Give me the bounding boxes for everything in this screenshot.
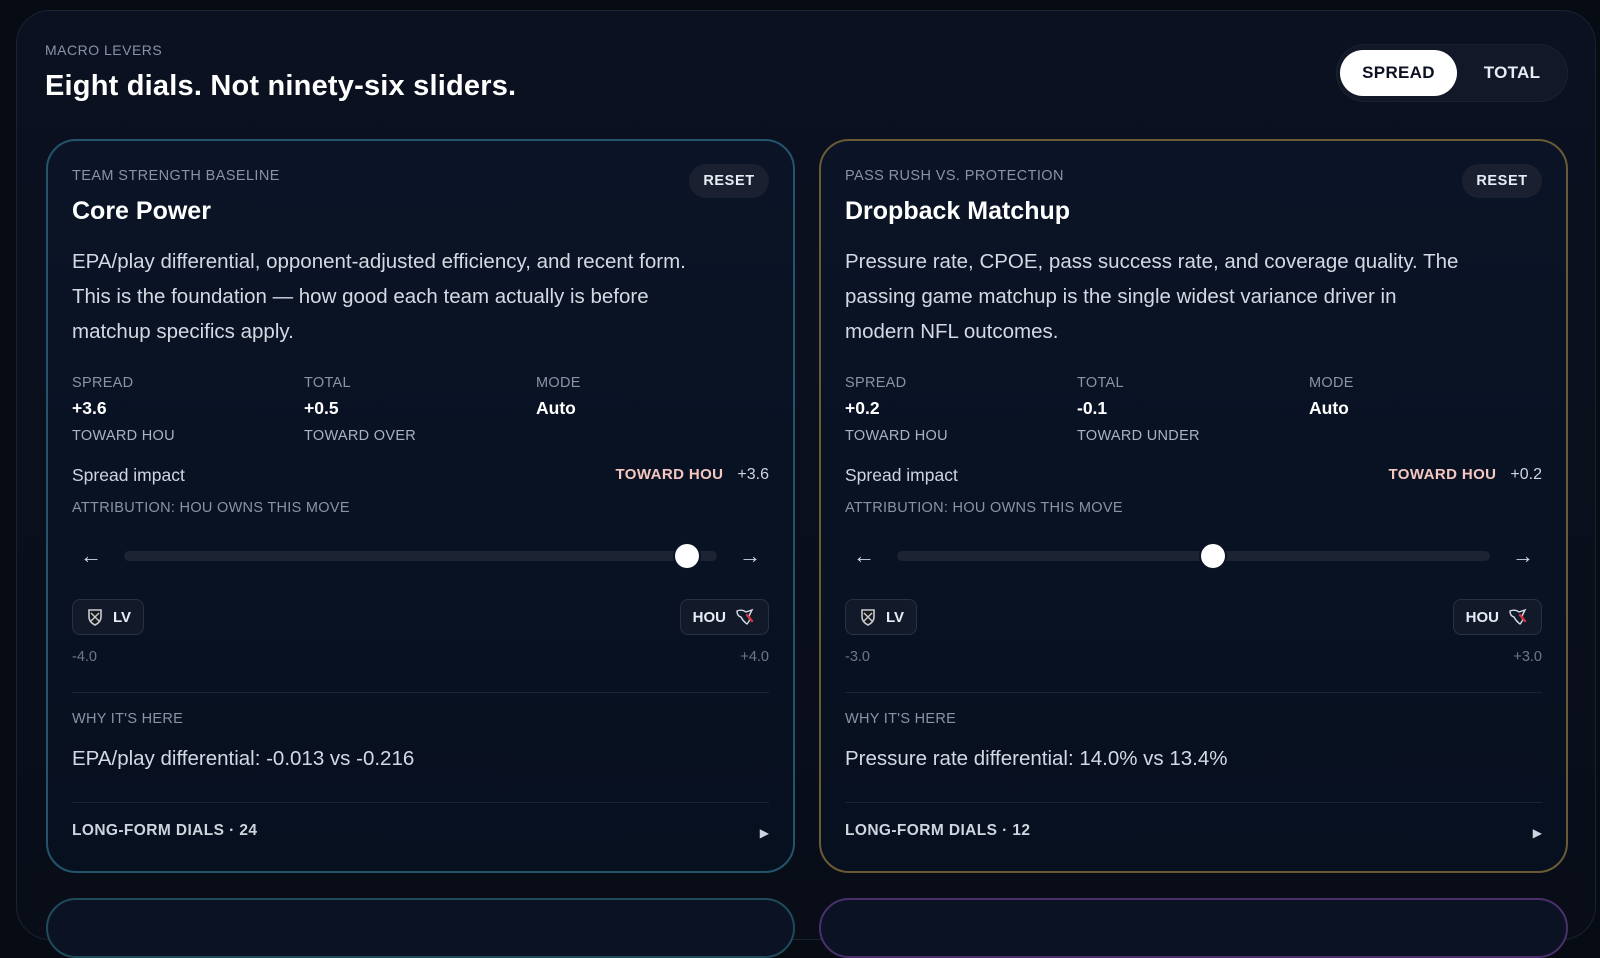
long-form-dials-link[interactable]: LONG-FORM DIALS · 12 xyxy=(845,822,1030,840)
long-form-dials-link[interactable]: LONG-FORM DIALS · 24 xyxy=(72,822,257,840)
next-dial-card-peek xyxy=(819,898,1568,958)
stat-total: TOTAL -0.1 TOWARD UNDER xyxy=(1077,375,1200,444)
card-category: PASS RUSH VS. PROTECTION xyxy=(845,168,1064,184)
stat-value: +0.5 xyxy=(304,398,339,418)
raiders-shield-icon xyxy=(861,609,875,626)
dial-card-core-power: TEAM STRENGTH BASELINE RESET Core Power … xyxy=(46,139,795,873)
card-title: Dropback Matchup xyxy=(845,197,1071,225)
stat-value: +3.6 xyxy=(72,398,107,418)
team-chip-hou[interactable]: HOU xyxy=(679,599,769,635)
texans-bull-icon xyxy=(1509,608,1527,625)
toggle-spread-button[interactable]: SPREAD xyxy=(1340,50,1457,96)
spread-total-toggle: SPREAD TOTAL xyxy=(1336,44,1568,102)
divider xyxy=(72,692,769,693)
stat-direction: TOWARD UNDER xyxy=(1077,428,1200,444)
card-description: Pressure rate, CPOE, pass success rate, … xyxy=(845,250,1459,343)
stat-value: Auto xyxy=(536,398,576,418)
stat-value: -0.1 xyxy=(1077,398,1108,418)
slider-thumb[interactable] xyxy=(1201,544,1226,568)
raiders-shield-icon xyxy=(88,609,102,626)
next-dial-card-peek xyxy=(46,898,795,958)
stat-label: SPREAD xyxy=(72,375,134,391)
impact-value: +3.6 xyxy=(737,466,769,483)
section-eyebrow: MACRO LEVERS xyxy=(45,42,163,58)
divider xyxy=(845,692,1542,693)
stat-spread: SPREAD +0.2 TOWARD HOU xyxy=(845,375,948,444)
stat-label: MODE xyxy=(536,375,581,391)
impact-direction: TOWARD HOU xyxy=(615,466,724,483)
stat-direction: TOWARD OVER xyxy=(304,428,417,444)
team-abbr: LV xyxy=(113,608,132,626)
reset-button[interactable]: RESET xyxy=(689,164,769,198)
stat-label: TOTAL xyxy=(1077,375,1124,391)
card-category: TEAM STRENGTH BASELINE xyxy=(72,168,280,184)
team-abbr: HOU xyxy=(1465,608,1499,626)
stat-total: TOTAL +0.5 TOWARD OVER xyxy=(304,375,416,444)
attribution-text: ATTRIBUTION: HOU OWNS THIS MOVE xyxy=(72,500,350,516)
texans-bull-icon xyxy=(736,608,754,625)
stat-value: +0.2 xyxy=(845,398,880,418)
stat-label: TOTAL xyxy=(304,375,351,391)
spread-impact-label: Spread impact xyxy=(845,465,958,485)
why-text: EPA/play differential: -0.013 vs -0.216 xyxy=(72,747,415,770)
impact-direction: TOWARD HOU xyxy=(1388,466,1497,483)
arrow-left-icon[interactable]: ← xyxy=(853,543,875,569)
stat-label: SPREAD xyxy=(845,375,907,391)
stat-value: Auto xyxy=(1309,398,1349,418)
team-chip-hou[interactable]: HOU xyxy=(1452,599,1542,635)
arrow-right-icon[interactable]: → xyxy=(739,543,761,569)
range-max: +3.0 xyxy=(1513,649,1542,665)
why-text: Pressure rate differential: 14.0% vs 13.… xyxy=(845,747,1228,770)
stat-label: MODE xyxy=(1309,375,1354,391)
why-label: WHY IT'S HERE xyxy=(845,711,957,727)
range-max: +4.0 xyxy=(740,649,769,665)
team-abbr: HOU xyxy=(692,608,726,626)
toggle-total-button[interactable]: TOTAL xyxy=(1459,50,1565,96)
card-description: EPA/play differential, opponent-adjusted… xyxy=(72,250,686,343)
arrow-left-icon[interactable]: ← xyxy=(80,543,102,569)
stat-direction: TOWARD HOU xyxy=(72,428,175,444)
divider xyxy=(845,802,1542,803)
impact-value: +0.2 xyxy=(1510,466,1542,483)
section-title: Eight dials. Not ninety-six sliders. xyxy=(45,70,517,102)
team-chip-lv[interactable]: LV xyxy=(72,599,145,635)
attribution-text: ATTRIBUTION: HOU OWNS THIS MOVE xyxy=(845,500,1123,516)
stat-mode: MODE Auto xyxy=(1309,375,1354,419)
spread-slider-track[interactable] xyxy=(897,544,1490,568)
stat-direction: TOWARD HOU xyxy=(845,428,948,444)
range-min: -3.0 xyxy=(845,649,870,665)
dial-card-dropback-matchup: PASS RUSH VS. PROTECTION RESET Dropback … xyxy=(819,139,1568,873)
card-title: Core Power xyxy=(72,197,211,225)
spread-impact-readout: TOWARD HOU +0.2 xyxy=(1389,466,1542,484)
range-min: -4.0 xyxy=(72,649,97,665)
team-chip-lv[interactable]: LV xyxy=(845,599,918,635)
caret-right-icon[interactable]: ▶ xyxy=(760,826,769,840)
stat-spread: SPREAD +3.6 TOWARD HOU xyxy=(72,375,175,444)
caret-right-icon[interactable]: ▶ xyxy=(1533,826,1542,840)
slider-thumb[interactable] xyxy=(675,544,700,568)
stat-mode: MODE Auto xyxy=(536,375,581,419)
spread-slider-track[interactable] xyxy=(124,544,717,568)
why-label: WHY IT'S HERE xyxy=(72,711,184,727)
team-abbr: LV xyxy=(886,608,905,626)
reset-button[interactable]: RESET xyxy=(1462,164,1542,198)
arrow-right-icon[interactable]: → xyxy=(1512,543,1534,569)
divider xyxy=(72,802,769,803)
spread-impact-readout: TOWARD HOU +3.6 xyxy=(616,466,769,484)
spread-impact-label: Spread impact xyxy=(72,465,185,485)
